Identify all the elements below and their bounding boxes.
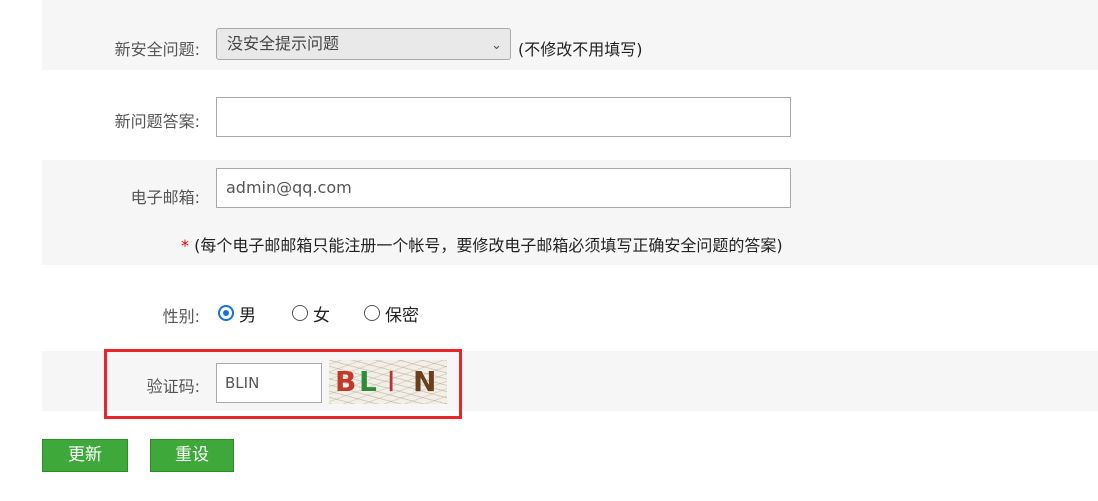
email-note: * (每个电子邮邮箱只能注册一个帐号，要修改电子邮箱必须填写正确安全问题的答案)	[181, 232, 783, 256]
security-question-note: (不修改不用填写)	[518, 40, 643, 59]
gender-radio-male[interactable]	[218, 305, 234, 321]
answer-row: 新问题答案:	[42, 70, 1098, 160]
security-question-selected: 没安全提示问题	[227, 34, 340, 53]
email-row: 电子邮箱: admin@qq.com * (每个电子邮邮箱只能注册一个帐号，要修…	[42, 160, 1098, 265]
security-question-select[interactable]: 没安全提示问题 ⌄	[216, 28, 511, 60]
email-note-text: (每个电子邮邮箱只能注册一个帐号，要修改电子邮箱必须填写正确安全问题的答案)	[194, 236, 783, 255]
chevron-down-icon: ⌄	[491, 38, 502, 53]
answer-label: 新问题答案:	[114, 112, 200, 131]
email-input[interactable]: admin@qq.com	[216, 168, 791, 208]
gender-radio-female[interactable]	[292, 305, 308, 321]
update-button[interactable]: 更新	[42, 439, 128, 472]
gender-row: 性别: 男 女 保密	[42, 265, 1098, 351]
required-mark: *	[181, 236, 189, 255]
email-label: 电子邮箱:	[130, 188, 200, 207]
gender-label-female[interactable]: 女	[313, 301, 330, 326]
captcha-highlight-box	[104, 349, 462, 419]
gender-label-secret[interactable]: 保密	[385, 301, 419, 326]
security-question-row: 新安全问题: 没安全提示问题 ⌄ (不修改不用填写)	[42, 0, 1098, 70]
security-question-label: 新安全问题:	[114, 40, 200, 59]
gender-label: 性别:	[162, 307, 200, 326]
gender-label-male[interactable]: 男	[239, 301, 256, 326]
reset-button[interactable]: 重设	[150, 439, 234, 472]
answer-input[interactable]	[216, 97, 791, 137]
gender-radio-secret[interactable]	[364, 305, 380, 321]
